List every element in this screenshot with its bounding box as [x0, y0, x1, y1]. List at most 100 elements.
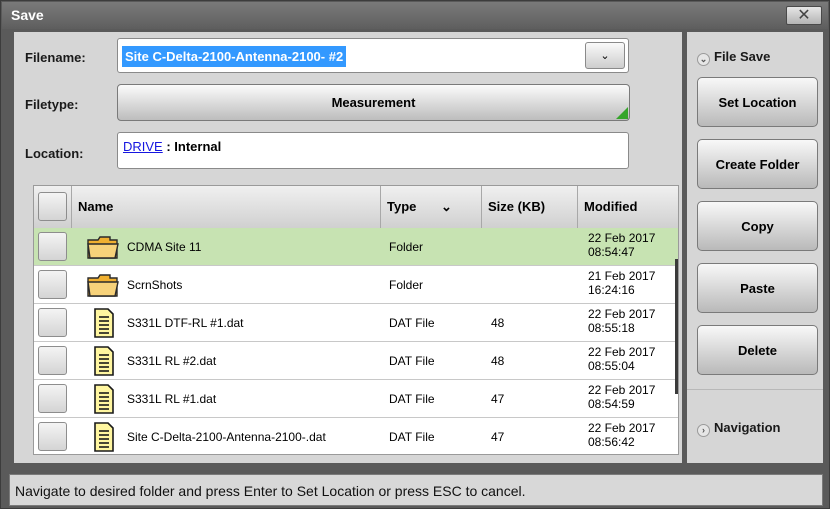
location-label: Location: — [25, 146, 84, 161]
paste-label: Paste — [740, 281, 775, 296]
column-type[interactable]: Type ⌄ — [381, 186, 482, 228]
row-name: Site C-Delta-2100-Antenna-2100-.dat — [127, 430, 326, 444]
row-checkbox[interactable] — [38, 270, 67, 299]
file-icon — [86, 384, 120, 414]
row-type: DAT File — [389, 354, 435, 368]
row-size: 47 — [491, 430, 505, 444]
navigation-label: Navigation — [714, 420, 781, 435]
table-scrollbar[interactable] — [675, 259, 678, 394]
status-bar: Navigate to desired folder and press Ent… — [9, 474, 823, 506]
row-type: Folder — [389, 278, 424, 292]
column-modified[interactable]: Modified — [578, 186, 678, 228]
filename-value: Site C-Delta-2100-Antenna-2100- #2 — [122, 46, 347, 67]
copy-button[interactable]: Copy — [697, 201, 818, 251]
row-checkbox[interactable] — [38, 422, 67, 451]
column-type-label: Type — [387, 199, 417, 214]
row-name: ScrnShots — [127, 278, 183, 292]
row-modified-time: 08:55:18 — [588, 321, 635, 335]
filetype-label: Filetype: — [25, 97, 79, 112]
row-checkbox[interactable] — [38, 384, 67, 413]
row-name: S331L RL #2.dat — [127, 354, 217, 368]
row-type: Folder — [389, 240, 424, 254]
file-icon — [86, 422, 120, 452]
row-modified-date: 22 Feb 2017 — [588, 307, 656, 321]
create-folder-button[interactable]: Create Folder — [697, 139, 818, 189]
filetype-value: Measurement — [331, 95, 416, 110]
row-modified: 22 Feb 2017 08:54:47 — [588, 231, 678, 259]
table-header: Name Type ⌄ Size (KB) Modified — [34, 186, 678, 228]
row-modified-date: 22 Feb 2017 — [588, 231, 656, 245]
row-type: DAT File — [389, 392, 435, 406]
column-size[interactable]: Size (KB) — [482, 186, 578, 228]
title-bar: Save ✕ — [2, 2, 828, 29]
row-modified-time: 08:54:47 — [588, 245, 635, 259]
row-name: S331L RL #1.dat — [127, 392, 217, 406]
delete-label: Delete — [737, 343, 778, 358]
close-icon: ✕ — [797, 7, 811, 24]
row-modified: 22 Feb 2017 08:55:04 — [588, 345, 678, 373]
table-row[interactable]: ScrnShots Folder 21 Feb 2017 16:24:16 — [34, 266, 678, 304]
row-modified: 22 Feb 2017 08:55:18 — [588, 307, 678, 335]
save-dialog: Save ✕ Filename: Site C-Delta-2100-Anten… — [0, 0, 830, 509]
side-divider — [687, 389, 823, 390]
filename-input[interactable]: Site C-Delta-2100-Antenna-2100- #2 ⌄ — [117, 38, 629, 73]
set-location-button[interactable]: Set Location — [697, 77, 818, 127]
row-modified: 22 Feb 2017 08:54:59 — [588, 383, 678, 411]
filename-dropdown-button[interactable]: ⌄ — [585, 42, 625, 69]
file-table: Name Type ⌄ Size (KB) Modified CDMA Site… — [33, 185, 679, 455]
main-panel: Filename: Site C-Delta-2100-Antenna-2100… — [14, 32, 682, 463]
table-row[interactable]: CDMA Site 11 Folder 22 Feb 2017 08:54:47 — [34, 228, 678, 266]
row-name: CDMA Site 11 — [127, 240, 202, 254]
create-folder-label: Create Folder — [715, 157, 800, 172]
paste-button[interactable]: Paste — [697, 263, 818, 313]
filetype-button[interactable]: Measurement — [117, 84, 630, 121]
copy-label: Copy — [741, 219, 774, 234]
corner-indicator-icon — [616, 107, 628, 119]
row-modified-time: 16:24:16 — [588, 283, 635, 297]
set-location-label: Set Location — [718, 95, 797, 110]
row-modified-date: 22 Feb 2017 — [588, 383, 656, 397]
dialog-title: Save — [11, 7, 44, 23]
row-modified-time: 08:55:04 — [588, 359, 635, 373]
row-checkbox[interactable] — [38, 308, 67, 337]
row-modified: 21 Feb 2017 16:24:16 — [588, 269, 678, 297]
column-name[interactable]: Name — [72, 186, 381, 228]
table-row[interactable]: Site C-Delta-2100-Antenna-2100-.dat DAT F… — [34, 418, 678, 454]
table-row[interactable]: S331L DTF-RL #1.dat DAT File 48 22 Feb 2017… — [34, 304, 678, 342]
sort-chevron-icon: ⌄ — [441, 199, 452, 214]
folder-icon — [86, 270, 120, 300]
row-modified-time: 08:56:42 — [588, 435, 635, 449]
filename-label: Filename: — [25, 50, 86, 65]
chevron-down-icon: ⌄ — [697, 53, 710, 66]
row-modified-date: 22 Feb 2017 — [588, 421, 656, 435]
table-row[interactable]: S331L RL #1.dat DAT File 47 22 Feb 2017 08:5… — [34, 380, 678, 418]
row-type: DAT File — [389, 316, 435, 330]
row-size: 47 — [491, 392, 505, 406]
row-modified-date: 22 Feb 2017 — [588, 345, 656, 359]
row-name: S331L DTF-RL #1.dat — [127, 316, 244, 330]
file-icon — [86, 308, 120, 338]
select-all-checkbox[interactable] — [38, 192, 67, 221]
file-save-label: File Save — [714, 49, 771, 64]
location-drive-link[interactable]: DRIVE — [123, 139, 163, 154]
side-panel: ⌄ File Save Set Location Create Folder Co… — [687, 32, 823, 463]
chevron-right-icon: › — [697, 424, 710, 437]
row-size: 48 — [491, 316, 505, 330]
header-select-cell — [34, 186, 72, 228]
table-row[interactable]: S331L RL #2.dat DAT File 48 22 Feb 2017 08:5… — [34, 342, 678, 380]
row-checkbox[interactable] — [38, 346, 67, 375]
location-value: : Internal — [162, 139, 222, 154]
file-save-section[interactable]: ⌄ File Save — [697, 49, 770, 66]
delete-button[interactable]: Delete — [697, 325, 818, 375]
folder-icon — [86, 232, 120, 262]
row-type: DAT File — [389, 430, 435, 444]
row-modified-date: 21 Feb 2017 — [588, 269, 656, 283]
location-field: DRIVE : Internal — [117, 132, 629, 169]
close-button[interactable]: ✕ — [786, 6, 822, 25]
chevron-down-icon: ⌄ — [600, 50, 610, 62]
row-size: 48 — [491, 354, 505, 368]
row-checkbox[interactable] — [38, 232, 67, 261]
row-modified-time: 08:54:59 — [588, 397, 635, 411]
file-icon — [86, 346, 120, 376]
navigation-section[interactable]: › Navigation — [697, 420, 780, 437]
